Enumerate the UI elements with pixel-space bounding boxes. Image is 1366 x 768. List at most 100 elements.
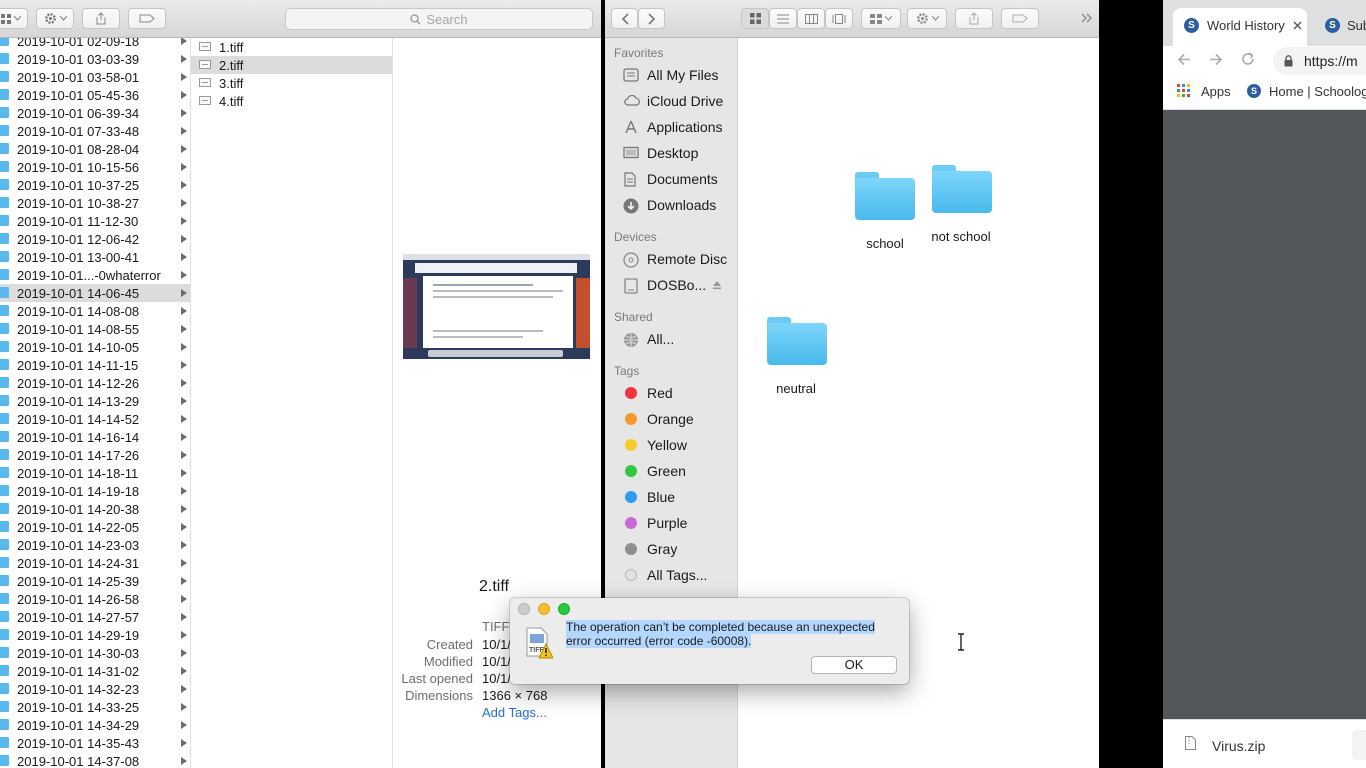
sidebar-item-tag-yellow[interactable]: Yellow xyxy=(605,433,737,457)
view-options-button[interactable] xyxy=(0,8,28,29)
folder-row[interactable]: 2019-10-01 14-08-55 xyxy=(0,320,190,338)
folder-row[interactable]: 2019-10-01 11-12-30 xyxy=(0,212,190,230)
file-row[interactable]: 2.tiff xyxy=(191,56,392,74)
folder-school-icon[interactable] xyxy=(855,172,915,220)
folder-row[interactable]: 2019-10-01 13-00-41 xyxy=(0,248,190,266)
gallery-view-button[interactable] xyxy=(825,8,853,29)
action-menu-button[interactable] xyxy=(36,8,74,29)
tab-second[interactable]: S Sub xyxy=(1325,8,1366,46)
folder-row[interactable]: 2019-10-01 07-33-48 xyxy=(0,122,190,140)
folder-row[interactable]: 2019-10-01 03-58-01 xyxy=(0,68,190,86)
sidebar-item-downloads[interactable]: Downloads xyxy=(605,193,737,217)
folder-row[interactable]: 2019-10-01 14-32-23 xyxy=(0,680,190,698)
folder-row[interactable]: 2019-10-01 02-09-18 xyxy=(0,38,190,50)
folder-row[interactable]: 2019-10-01 14-18-11 xyxy=(0,464,190,482)
ok-button[interactable]: OK xyxy=(811,656,897,674)
folder-not-school-label[interactable]: not school xyxy=(911,229,1011,244)
folder-row[interactable]: 2019-10-01 14-10-05 xyxy=(0,338,190,356)
folder-row[interactable]: 2019-10-01 10-37-25 xyxy=(0,176,190,194)
tab-world-history[interactable]: S World History xyxy=(1173,8,1307,46)
minimize-button[interactable] xyxy=(538,603,550,615)
folder-row[interactable]: 2019-10-01 05-45-36 xyxy=(0,86,190,104)
sidebar-item-tag-gray[interactable]: Gray xyxy=(605,537,737,561)
sidebar-item-desktop[interactable]: Desktop xyxy=(605,141,737,165)
toolbar-overflow-icon[interactable] xyxy=(1081,13,1093,23)
sidebar-item-tag-green[interactable]: Green xyxy=(605,459,737,483)
folder-row[interactable]: 2019-10-01 14-19-18 xyxy=(0,482,190,500)
file-row[interactable]: 4.tiff xyxy=(191,92,392,110)
folder-row[interactable]: 2019-10-01 14-26-58 xyxy=(0,590,190,608)
folder-row[interactable]: 2019-10-01 12-06-42 xyxy=(0,230,190,248)
sidebar-item-applications[interactable]: Applications xyxy=(605,115,737,139)
tags-button[interactable] xyxy=(1001,8,1039,29)
folder-row[interactable]: 2019-10-01 14-27-57 xyxy=(0,608,190,626)
disclosure-arrow-icon xyxy=(181,253,187,261)
folder-row[interactable]: 2019-10-01 14-30-03 xyxy=(0,644,190,662)
folder-row[interactable]: 2019-10-01 14-14-52 xyxy=(0,410,190,428)
folder-row[interactable]: 2019-10-01 14-17-26 xyxy=(0,446,190,464)
folder-row[interactable]: 2019-10-01 10-38-27 xyxy=(0,194,190,212)
folder-row[interactable]: 2019-10-01 14-37-08 xyxy=(0,752,190,768)
back-arrow-icon[interactable] xyxy=(1177,53,1191,66)
forward-arrow-icon[interactable] xyxy=(1209,53,1223,66)
folder-row[interactable]: 2019-10-01 14-29-19 xyxy=(0,626,190,644)
folder-neutral-label[interactable]: neutral xyxy=(746,381,846,396)
sidebar-item-all-my-files[interactable]: All My Files xyxy=(605,63,737,87)
address-bar[interactable]: https://m xyxy=(1273,47,1366,75)
close-icon[interactable] xyxy=(1293,21,1302,30)
search-field[interactable]: Search xyxy=(285,8,593,30)
folder-row[interactable]: 2019-10-01 14-25-39 xyxy=(0,572,190,590)
tags-button[interactable] xyxy=(128,8,166,29)
back-button[interactable] xyxy=(611,8,638,29)
add-tags-link[interactable]: Add Tags... xyxy=(482,705,547,720)
eject-icon[interactable] xyxy=(712,280,722,290)
file-row[interactable]: 3.tiff xyxy=(191,74,392,92)
group-button[interactable] xyxy=(861,8,901,29)
folder-row[interactable]: 2019-10-01 03-03-39 xyxy=(0,50,190,68)
share-button[interactable] xyxy=(82,8,120,29)
folder-row[interactable]: 2019-10-01 14-16-14 xyxy=(0,428,190,446)
folder-row[interactable]: 2019-10-01 14-31-02 xyxy=(0,662,190,680)
folder-row[interactable]: 2019-10-01 14-13-29 xyxy=(0,392,190,410)
folder-row[interactable]: 2019-10-01 14-33-25 xyxy=(0,698,190,716)
column-view-button[interactable] xyxy=(797,8,825,29)
icon-view-button[interactable] xyxy=(741,8,769,29)
action-menu-button[interactable] xyxy=(907,8,947,29)
folder-icon xyxy=(0,485,9,496)
folder-row[interactable]: 2019-10-01 14-06-45 xyxy=(0,284,190,302)
reload-icon[interactable] xyxy=(1241,52,1255,66)
zoom-button[interactable] xyxy=(558,603,570,615)
folder-row[interactable]: 2019-10-01 14-35-43 xyxy=(0,734,190,752)
folder-row[interactable]: 2019-10-01...-0whaterror xyxy=(0,266,190,284)
folder-row[interactable]: 2019-10-01 08-28-04 xyxy=(0,140,190,158)
sidebar-item-tag-orange[interactable]: Orange xyxy=(605,407,737,431)
folder-row[interactable]: 2019-10-01 14-34-29 xyxy=(0,716,190,734)
close-button[interactable] xyxy=(518,603,530,615)
file-row[interactable]: 1.tiff xyxy=(191,38,392,56)
folder-row[interactable]: 2019-10-01 14-23-03 xyxy=(0,536,190,554)
sidebar-item-icloud-drive[interactable]: iCloud Drive xyxy=(605,89,737,113)
download-menu-button[interactable] xyxy=(1352,730,1366,760)
folder-row[interactable]: 2019-10-01 14-12-26 xyxy=(0,374,190,392)
folder-row[interactable]: 2019-10-01 06-39-34 xyxy=(0,104,190,122)
folder-row[interactable]: 2019-10-01 14-22-05 xyxy=(0,518,190,536)
sidebar-item-tag-red[interactable]: Red xyxy=(605,381,737,405)
sidebar-item-all-tags[interactable]: All Tags... xyxy=(605,563,737,587)
forward-button[interactable] xyxy=(638,8,665,29)
folder-row[interactable]: 2019-10-01 14-20-38 xyxy=(0,500,190,518)
folder-row[interactable]: 2019-10-01 14-08-08 xyxy=(0,302,190,320)
folder-row[interactable]: 2019-10-01 10-15-56 xyxy=(0,158,190,176)
sidebar-item-remote-disc[interactable]: Remote Disc xyxy=(605,247,737,271)
share-button[interactable] xyxy=(955,8,993,29)
sidebar-item-tag-blue[interactable]: Blue xyxy=(605,485,737,509)
folder-not-school-icon[interactable] xyxy=(932,165,992,213)
list-view-button[interactable] xyxy=(769,8,797,29)
sidebar-item-dosbo[interactable]: DOSBo... xyxy=(605,273,737,297)
sidebar-item-documents[interactable]: Documents xyxy=(605,167,737,191)
sidebar-item-all[interactable]: All... xyxy=(605,327,737,351)
download-item-name[interactable]: Virus.zip xyxy=(1212,738,1265,754)
sidebar-item-tag-purple[interactable]: Purple xyxy=(605,511,737,535)
folder-row[interactable]: 2019-10-01 14-24-31 xyxy=(0,554,190,572)
folder-row[interactable]: 2019-10-01 14-11-15 xyxy=(0,356,190,374)
folder-neutral-icon[interactable] xyxy=(767,317,827,365)
